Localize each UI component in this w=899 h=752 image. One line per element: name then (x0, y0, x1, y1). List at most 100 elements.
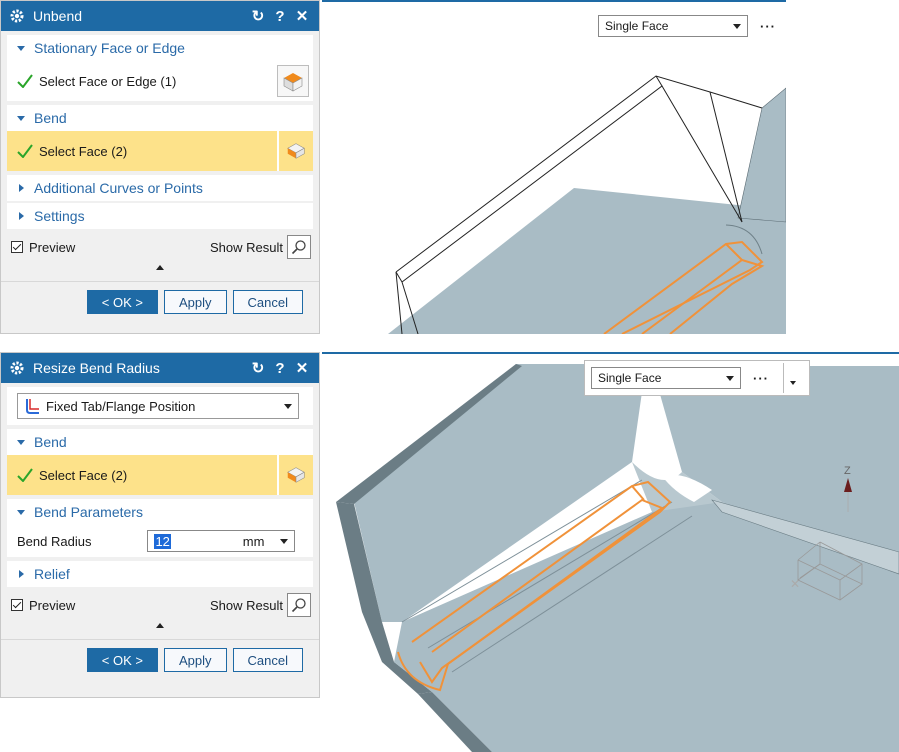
parameters-header[interactable]: Bend Parameters (7, 499, 313, 525)
face-select-icon (283, 73, 303, 92)
close-icon[interactable]: ✕ (293, 7, 311, 25)
button-row: < OK > Apply Cancel (1, 639, 319, 680)
stationary-header[interactable]: Stationary Face or Edge (7, 35, 313, 61)
help-icon[interactable]: ? (271, 8, 289, 25)
reset-icon[interactable]: ↻ (249, 7, 267, 25)
face-rule-dropdown[interactable]: Single Face (591, 367, 741, 389)
resize-titlebar: Resize Bend Radius ↻ ? ✕ (1, 353, 319, 383)
section-title: Bend (34, 110, 67, 126)
dropdown-arrow-icon (284, 403, 292, 409)
bend-header[interactable]: Bend (7, 429, 313, 455)
bend-select-row[interactable]: Select Face (2) (7, 455, 313, 495)
unbend-dialog: Unbend ↻ ? ✕ Stationary Face or Edge Sel… (0, 0, 320, 334)
settings-section: Settings (7, 203, 313, 229)
method-dropdown[interactable]: Fixed Tab/Flange Position (17, 393, 299, 419)
face-rule-value: Single Face (598, 371, 662, 385)
show-result-button[interactable] (287, 593, 311, 617)
unbend-titlebar: Unbend ↻ ? ✕ (1, 1, 319, 31)
preview-row: Preview Show Result (1, 229, 319, 265)
section-title: Relief (34, 566, 70, 582)
close-icon[interactable]: ✕ (293, 359, 311, 377)
selection-filter-bar: Single Face ··· (592, 10, 786, 42)
collapse-icon (17, 439, 25, 445)
collapse-footer-toggle[interactable] (1, 265, 319, 275)
show-result-button[interactable] (287, 235, 311, 259)
relief-section: Relief (7, 561, 313, 587)
bend-select-row[interactable]: Select Face (2) (7, 131, 313, 171)
bend-section: Bend Select Face (2) (7, 429, 313, 495)
gear-icon[interactable] (9, 8, 25, 24)
bend-radius-input[interactable]: 12 mm (147, 530, 296, 552)
select-face-button[interactable] (277, 455, 313, 495)
dialog-title: Unbend (33, 8, 83, 24)
magnifier-icon (291, 240, 306, 255)
z-axis-label: Z (844, 465, 851, 477)
model-view-top (322, 0, 786, 334)
method-section: Fixed Tab/Flange Position (7, 387, 313, 425)
show-result-label: Show Result (210, 239, 283, 255)
select-label: Select Face (2) (39, 467, 128, 483)
expand-icon (19, 212, 24, 220)
select-label: Select Face or Edge (1) (39, 73, 177, 89)
gear-icon[interactable] (9, 360, 25, 376)
preview-checkbox[interactable] (11, 599, 23, 611)
x-axis-mark: ✕ (790, 577, 800, 591)
chevron-up-icon (156, 623, 164, 628)
section-title: Stationary Face or Edge (34, 40, 185, 56)
ok-button[interactable]: < OK > (86, 648, 158, 672)
dropdown-arrow-icon (733, 23, 741, 29)
help-icon[interactable]: ? (271, 360, 289, 377)
additional-header[interactable]: Additional Curves or Points (7, 175, 313, 201)
collapse-icon (17, 509, 25, 515)
select-label: Select Face (2) (39, 143, 128, 159)
dropdown-arrow-icon[interactable] (280, 538, 289, 544)
chevron-up-icon (156, 265, 164, 270)
bend-section: Bend Select Face (2) (7, 105, 313, 171)
collapse-icon (17, 45, 25, 51)
apply-button[interactable]: Apply (164, 648, 227, 672)
preview-checkbox[interactable] (11, 241, 23, 253)
section-title: Bend Parameters (34, 504, 143, 520)
graphics-viewport-bottom[interactable]: Z ✕ Single Face ··· (322, 352, 899, 752)
section-title: Settings (34, 208, 85, 224)
additional-section: Additional Curves or Points (7, 175, 313, 201)
resize-bend-radius-dialog: Resize Bend Radius ↻ ? ✕ Fixed Tab/Flang… (0, 352, 320, 698)
relief-header[interactable]: Relief (7, 561, 313, 587)
face-rule-value: Single Face (605, 19, 669, 33)
select-face-button[interactable] (277, 65, 309, 97)
bend-radius-unit[interactable]: mm (243, 534, 265, 549)
bend-radius-value[interactable]: 12 (154, 533, 171, 549)
bend-header[interactable]: Bend (7, 105, 313, 131)
cancel-button[interactable]: Cancel (232, 290, 303, 314)
show-result-label: Show Result (210, 597, 283, 613)
collapse-footer-toggle[interactable] (1, 623, 319, 633)
bend-radius-label: Bend Radius (17, 533, 92, 549)
dropdown-arrow-icon (726, 375, 734, 381)
section-title: Bend (34, 434, 67, 450)
dialog-title: Resize Bend Radius (33, 360, 160, 376)
stationary-select-row[interactable]: Select Face or Edge (1) (7, 61, 313, 101)
toolbar-overflow-button[interactable] (783, 363, 796, 393)
more-options-button[interactable]: ··· (753, 371, 769, 386)
check-icon (17, 74, 33, 88)
collapse-icon (17, 115, 25, 121)
bend-radius-row: Bend Radius 12 mm (7, 525, 313, 557)
settings-header[interactable]: Settings (7, 203, 313, 229)
fixed-tab-icon (26, 399, 39, 414)
apply-button[interactable]: Apply (164, 290, 227, 314)
check-icon (17, 468, 33, 482)
button-row: < OK > Apply Cancel (1, 281, 319, 322)
more-options-button[interactable]: ··· (760, 19, 776, 34)
graphics-viewport-top[interactable]: Single Face ··· (322, 0, 786, 334)
chevron-down-icon (790, 381, 796, 385)
face-rule-dropdown[interactable]: Single Face (598, 15, 748, 37)
reset-icon[interactable]: ↻ (249, 359, 267, 377)
magnifier-icon (291, 598, 306, 613)
cancel-button[interactable]: Cancel (232, 648, 303, 672)
check-icon (17, 144, 33, 158)
ok-button[interactable]: < OK > (86, 290, 158, 314)
bend-face-icon (287, 143, 305, 159)
preview-row: Preview Show Result (1, 587, 319, 623)
select-face-button[interactable] (277, 131, 313, 171)
preview-label: Preview (29, 597, 76, 613)
